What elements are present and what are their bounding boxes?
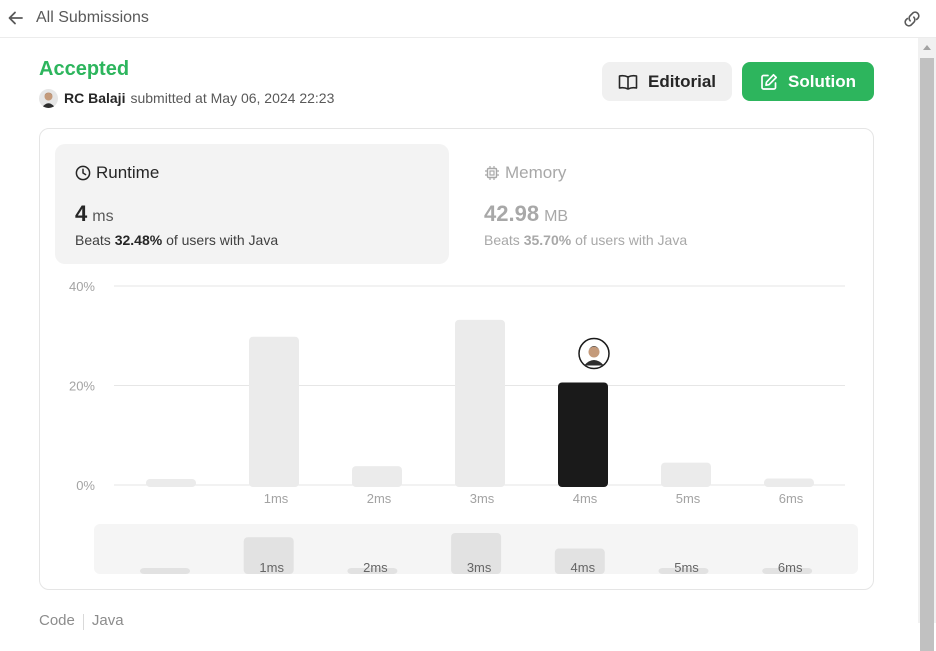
bar[interactable] (455, 319, 505, 487)
tab-code[interactable]: Code (39, 612, 75, 630)
x-tick-label: 3ms (470, 491, 495, 506)
x-tick-label: 4ms (573, 491, 598, 506)
bar-highlight[interactable] (558, 382, 608, 487)
code-tabs: Code Java (39, 612, 124, 630)
tab-language[interactable]: Java (92, 612, 124, 630)
x-tick-label: 5ms (676, 491, 701, 506)
x-tick-label: 1ms (264, 491, 289, 506)
bar[interactable] (249, 336, 299, 487)
runtime-distribution-chart: 0% 20% 40% 1ms 2ms 3ms 4ms 5ms 6ms 1ms 2ms 3ms 4ms 5m… (69, 279, 858, 575)
x-tick-label: 2ms (367, 491, 392, 506)
bar[interactable] (352, 466, 402, 487)
bar[interactable] (764, 478, 814, 487)
x-tick-label: 6ms (779, 491, 804, 506)
overview-bar (140, 568, 190, 574)
tab-divider (82, 614, 84, 630)
overview-tick-label: 6ms (778, 560, 803, 575)
overview-tick-label: 4ms (571, 560, 596, 575)
y-tick-label: 20% (69, 379, 95, 394)
bar[interactable] (146, 479, 196, 487)
bar[interactable] (661, 462, 711, 487)
overview-tick-label: 5ms (674, 560, 699, 575)
overview-tick-label: 1ms (259, 560, 284, 575)
avatar-face (588, 346, 600, 358)
overview-tick-label: 2ms (363, 560, 388, 575)
y-tick-label: 0% (76, 478, 95, 493)
y-tick-label: 40% (69, 279, 95, 294)
overview-tick-label: 3ms (467, 560, 492, 575)
